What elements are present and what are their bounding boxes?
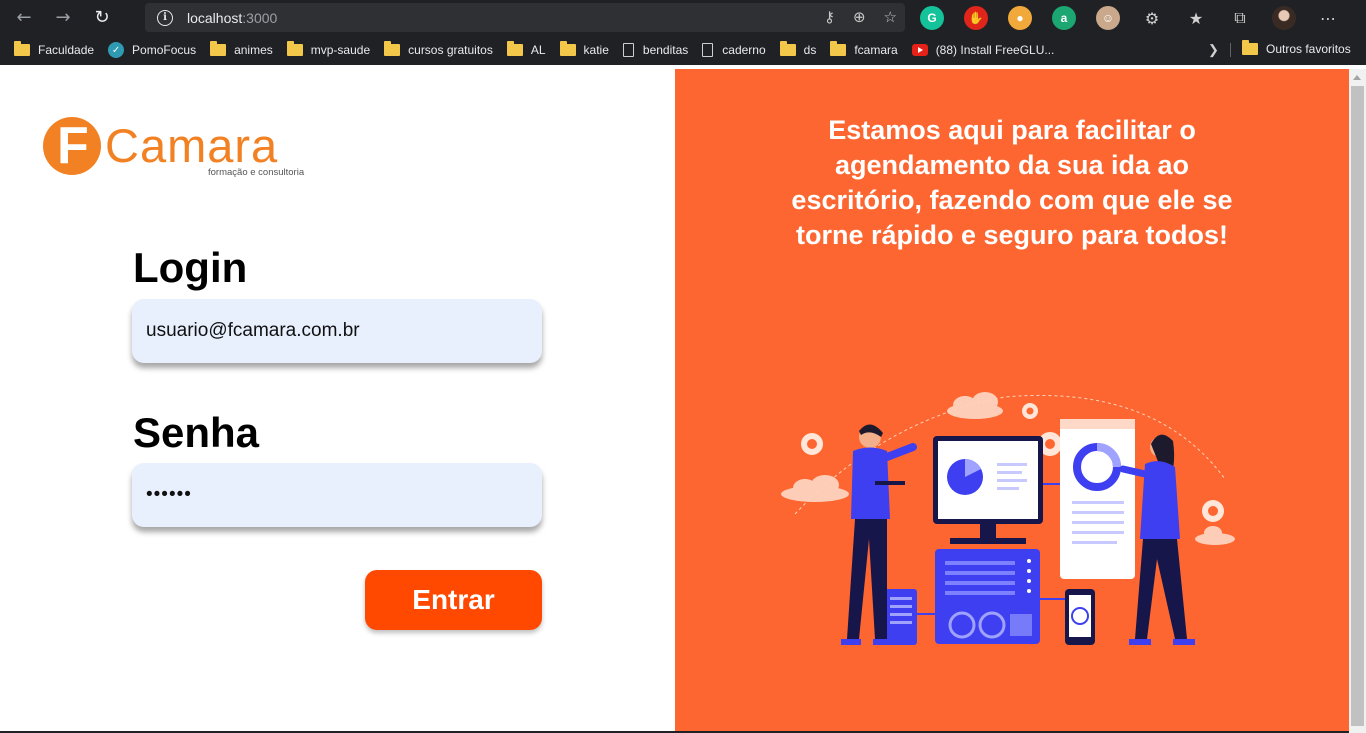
folder-icon (506, 41, 523, 56)
folder-icon (1242, 40, 1258, 55)
page-icon (622, 43, 634, 57)
zoom-icon[interactable]: ⊕ (853, 8, 866, 26)
favorites-icon[interactable]: ★ (1184, 9, 1208, 28)
email-field[interactable]: usuario@fcamara.com.br (132, 299, 542, 363)
page-icon (702, 43, 714, 57)
bookmark-label: (88) Install FreeGLU... (935, 43, 1055, 57)
bookmark-label: ds (803, 43, 817, 57)
bookmark-label: benditas (642, 43, 689, 57)
profile-avatar[interactable] (1272, 6, 1296, 30)
password-label: Senha (133, 409, 260, 456)
bookmark-label: animes (234, 43, 273, 57)
bookmark-al[interactable]: AL (506, 41, 546, 57)
folder-icon (14, 41, 30, 56)
check-icon: ✓ (108, 42, 125, 58)
back-icon[interactable]: ← (9, 3, 39, 33)
add-favorite-icon[interactable]: ☆ (884, 8, 897, 26)
bookmarks-bar: Faculdade ✓ PomoFocus animes mvp-saude cu… (0, 35, 1366, 65)
extension-a-icon[interactable]: a (1052, 6, 1076, 30)
scroll-up-icon[interactable] (1353, 75, 1361, 80)
folder-icon (210, 41, 227, 56)
scrollbar-thumb[interactable] (1351, 86, 1364, 726)
bookmark-label: Faculdade (38, 43, 95, 57)
logo-word: Camara (105, 119, 279, 172)
bookmark-label: fcamara (854, 43, 898, 57)
fcamara-logo: F Camara formação e consultoria (43, 117, 313, 187)
bookmark-katie[interactable]: katie (559, 41, 609, 57)
hero-tagline: Estamos aqui para facilitar o agendament… (791, 115, 1233, 250)
chevron-right-icon[interactable]: ❯ (1208, 42, 1219, 58)
bookmark-other-favorites[interactable]: Outros favoritos (1242, 40, 1351, 56)
folder-icon (559, 41, 576, 56)
bookmark-label: cursos gratuitos (408, 43, 493, 57)
forward-icon[interactable]: → (48, 3, 78, 33)
bookmark-label: Outros favoritos (1266, 42, 1351, 56)
bookmark-label: AL (530, 43, 546, 57)
extensions-puzzle-icon[interactable]: ⚙ (1140, 9, 1164, 28)
bookmark-faculdade[interactable]: Faculdade (14, 41, 95, 57)
logo-initial: F (57, 117, 89, 175)
page-scrollbar[interactable] (1349, 69, 1366, 733)
folder-icon (830, 41, 847, 56)
more-menu-icon[interactable]: ⋯ (1316, 9, 1340, 28)
bookmark-caderno[interactable]: caderno (702, 43, 766, 57)
bookmarks-divider (1230, 43, 1231, 57)
folder-icon (384, 41, 401, 56)
bookmark-cursos-gratuitos[interactable]: cursos gratuitos (384, 41, 493, 57)
login-panel: F Camara formação e consultoria Login us… (0, 69, 675, 733)
adblock-icon[interactable]: ✋ (964, 6, 988, 30)
url-text[interactable]: localhost:3000 (187, 10, 277, 26)
bookmark-benditas[interactable]: benditas (622, 43, 689, 57)
bookmark-freeglut[interactable]: (88) Install FreeGLU... (911, 43, 1055, 57)
collections-icon[interactable]: ⧉ (1228, 8, 1252, 28)
key-icon[interactable]: ⚷ (824, 8, 835, 26)
url-host: localhost (187, 9, 243, 26)
bookmark-ds[interactable]: ds (779, 41, 817, 57)
bookmark-mvp-saude[interactable]: mvp-saude (286, 41, 371, 57)
page-viewport: F Camara formação e consultoria Login us… (0, 69, 1366, 733)
folder-icon (779, 41, 796, 56)
profile-extension-icon[interactable]: ☺ (1096, 6, 1120, 30)
folder-icon (286, 41, 303, 56)
grammarly-icon[interactable]: G (920, 6, 944, 30)
bookmark-fcamara[interactable]: fcamara (830, 41, 898, 57)
address-bar[interactable]: i localhost:3000 ⚷ ⊕ ☆ (145, 3, 905, 32)
bookmark-label: caderno (722, 43, 766, 57)
logo-tagline: formação e consultoria (208, 167, 305, 178)
submit-button[interactable]: Entrar (365, 570, 542, 630)
bookmark-label: PomoFocus (132, 43, 197, 57)
bookmark-label: mvp-saude (310, 43, 371, 57)
bookmark-animes[interactable]: animes (210, 41, 273, 57)
bookmark-pomofocus[interactable]: ✓ PomoFocus (108, 42, 196, 58)
login-label: Login (133, 244, 248, 291)
hero-panel: Estamos aqui para facilitar o agendament… (675, 69, 1349, 733)
browser-toolbar: ← → ↻ i localhost:3000 ⚷ ⊕ ☆ G ✋ ● a ☺ ⚙… (0, 0, 1366, 35)
url-port: :3000 (242, 9, 278, 26)
bookmark-label: katie (583, 43, 609, 57)
youtube-icon (911, 44, 928, 56)
site-info-icon[interactable]: i (157, 9, 173, 26)
reload-icon[interactable]: ↻ (87, 3, 117, 33)
extension-icon[interactable]: ● (1008, 6, 1032, 30)
office-team-illustration (781, 392, 1235, 645)
password-field[interactable]: •••••• (132, 463, 542, 527)
